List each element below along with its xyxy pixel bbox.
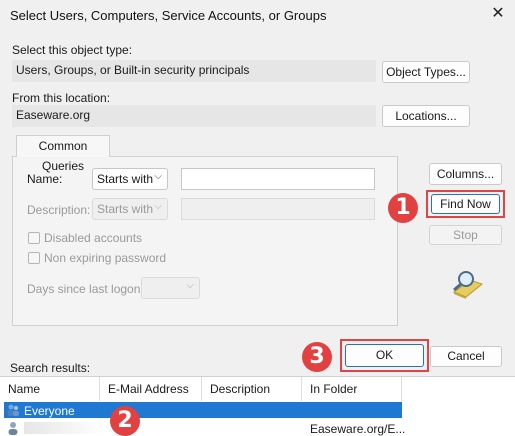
location-label: From this location: <box>12 91 111 105</box>
close-icon[interactable]: ✕ <box>488 4 508 24</box>
user-icon <box>6 421 20 436</box>
column-header-description[interactable]: Description <box>202 377 302 401</box>
tab-common-queries[interactable]: Common Queries <box>16 135 110 173</box>
name-filter-select[interactable]: Starts with ⌵ <box>92 168 168 190</box>
search-results-label: Search results: <box>10 361 91 375</box>
find-now-button[interactable]: Find Now <box>431 194 500 214</box>
object-type-label: Select this object type: <box>12 43 133 57</box>
name-input[interactable] <box>181 168 375 190</box>
result-folder: Easeware.org/E... <box>310 422 406 436</box>
stop-button[interactable]: Stop <box>429 225 502 245</box>
result-name-blurred <box>24 422 104 434</box>
annotation-badge-2: 2 <box>110 406 140 436</box>
object-type-field: Users, Groups, or Built-in security prin… <box>12 60 376 82</box>
non-expiring-password-label: Non expiring password <box>44 251 167 265</box>
column-header-email[interactable]: E-Mail Address <box>100 377 202 401</box>
result-name-everyone: Everyone <box>24 404 75 418</box>
ok-button[interactable]: OK <box>345 344 424 367</box>
object-types-button[interactable]: Object Types... <box>382 61 470 83</box>
days-since-logon-select[interactable]: ⌵ <box>141 277 200 299</box>
disabled-accounts-label: Disabled accounts <box>44 231 143 245</box>
column-header-folder[interactable]: In Folder <box>302 377 402 401</box>
chevron-down-icon: ⌵ <box>154 201 162 212</box>
description-filter-select[interactable]: Starts with ⌵ <box>92 198 168 220</box>
annotation-badge-3: 3 <box>302 342 332 372</box>
column-header-name[interactable]: Name <box>0 377 100 401</box>
chevron-down-icon: ⌵ <box>186 280 194 291</box>
search-animation-icon <box>446 270 486 300</box>
description-input[interactable] <box>181 198 375 220</box>
dialog-title: Select Users, Computers, Service Account… <box>10 8 327 23</box>
description-filter-value: Starts with <box>97 202 154 216</box>
columns-button[interactable]: Columns... <box>429 163 502 185</box>
disabled-accounts-checkbox[interactable] <box>28 232 40 244</box>
user-group-icon <box>6 403 20 420</box>
name-label: Name: <box>27 172 63 186</box>
locations-button[interactable]: Locations... <box>382 105 470 127</box>
description-label: Description: <box>27 203 91 217</box>
location-field: Easeware.org <box>12 105 376 127</box>
name-filter-value: Starts with <box>97 172 154 186</box>
cancel-button[interactable]: Cancel <box>430 346 502 367</box>
annotation-badge-1: 1 <box>388 193 418 223</box>
days-since-logon-label: Days since last logon: <box>27 282 144 296</box>
chevron-down-icon: ⌵ <box>154 171 162 182</box>
non-expiring-password-checkbox[interactable] <box>28 252 40 264</box>
